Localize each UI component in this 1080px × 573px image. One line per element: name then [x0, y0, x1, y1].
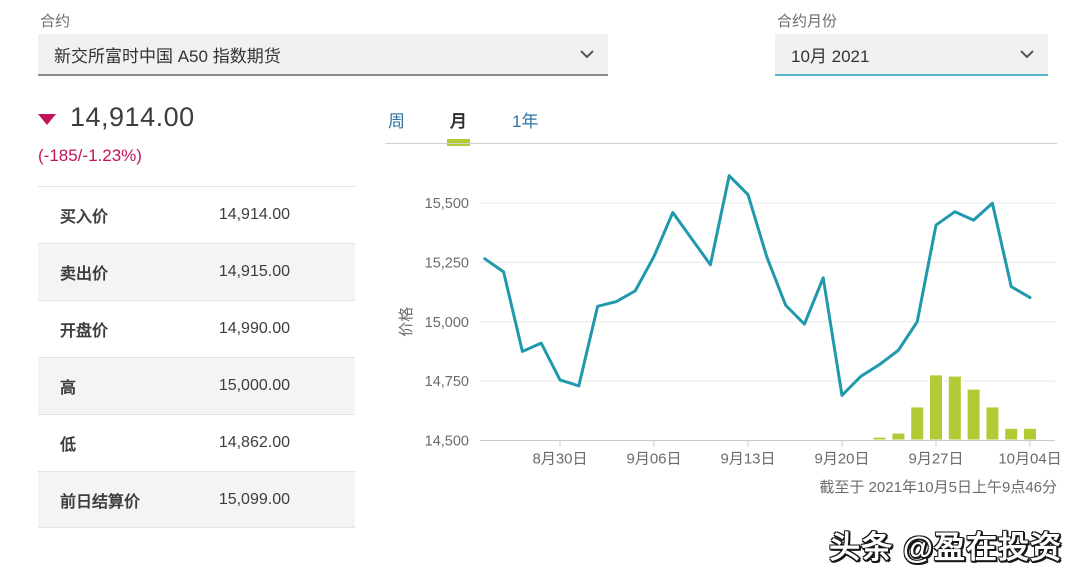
price-change: (-185/-1.23%) — [38, 146, 142, 165]
chevron-down-icon — [580, 49, 594, 58]
svg-text:10月04日: 10月04日 — [998, 451, 1060, 468]
stat-label: 卖出价 — [60, 266, 109, 283]
svg-text:9月20日: 9月20日 — [814, 451, 869, 468]
table-row: 买入价 14,914.00 — [38, 186, 355, 243]
table-row: 开盘价 14,990.00 — [38, 300, 355, 357]
chart-range-tabs: 周 月 1年 — [388, 107, 538, 146]
quote-page: 合约 新交所富时中国 A50 指数期货 合约月份 10月 2021 14,914… — [0, 0, 1080, 573]
contract-select[interactable]: 新交所富时中国 A50 指数期货 — [38, 34, 608, 76]
stat-value: 14,990.00 — [218, 320, 290, 337]
price-down-arrow-icon — [38, 113, 56, 125]
svg-text:14,750: 14,750 — [425, 374, 469, 390]
chevron-down-icon — [1020, 49, 1034, 58]
tab-week[interactable]: 周 — [388, 107, 405, 132]
stat-label: 前日结算价 — [60, 493, 141, 511]
stat-value: 15,099.00 — [218, 490, 290, 508]
svg-text:9月06日: 9月06日 — [626, 451, 681, 468]
svg-text:8月30日: 8月30日 — [532, 451, 587, 468]
stat-label: 开盘价 — [60, 323, 109, 340]
last-price: 14,914.00 — [70, 102, 195, 132]
svg-text:15,250: 15,250 — [425, 255, 469, 271]
stat-label: 低 — [60, 437, 77, 454]
svg-text:15,500: 15,500 — [425, 196, 469, 212]
svg-text:价格: 价格 — [398, 307, 415, 337]
stat-value: 15,000.00 — [218, 377, 290, 394]
svg-text:15,000: 15,000 — [425, 315, 469, 331]
contract-select-label: 合约 — [40, 13, 71, 30]
month-select[interactable]: 10月 2021 — [775, 34, 1048, 76]
tab-year[interactable]: 1年 — [512, 107, 538, 132]
table-row: 前日结算价 15,099.00 — [38, 471, 355, 528]
stat-value: 14,915.00 — [218, 263, 290, 280]
svg-text:14,500: 14,500 — [425, 434, 469, 450]
tab-month[interactable]: 月 — [447, 107, 470, 146]
price-volume-chart: 15,500 15,250 15,000 14,750 14,500 价格 8月30日 9月0… — [398, 174, 1060, 468]
watermark: 头条 @盈在投资 — [829, 530, 1062, 565]
stat-value: 14,914.00 — [218, 206, 290, 223]
table-row: 低 14,862.00 — [38, 414, 355, 471]
month-select-label: 合约月份 — [777, 13, 838, 30]
table-row: 卖出价 14,915.00 — [38, 243, 355, 300]
tab-divider — [385, 143, 1057, 144]
stat-label: 高 — [60, 380, 77, 397]
stat-label: 买入价 — [60, 209, 109, 226]
table-row: 高 15,000.00 — [38, 357, 355, 414]
month-select-value: 10月 2021 — [791, 46, 870, 66]
last-price-row: 14,914.00 — [38, 102, 195, 133]
contract-select-value: 新交所富时中国 A50 指数期货 — [54, 46, 281, 66]
chart-as-of-timestamp: 截至于 2021年10月5日上午9点46分 — [819, 479, 1057, 496]
svg-text:9月13日: 9月13日 — [720, 451, 775, 468]
stat-value: 14,862.00 — [218, 434, 290, 451]
svg-text:9月27日: 9月27日 — [908, 451, 963, 468]
quote-stats-table: 买入价 14,914.00 卖出价 14,915.00 开盘价 14,990.0… — [38, 186, 355, 528]
